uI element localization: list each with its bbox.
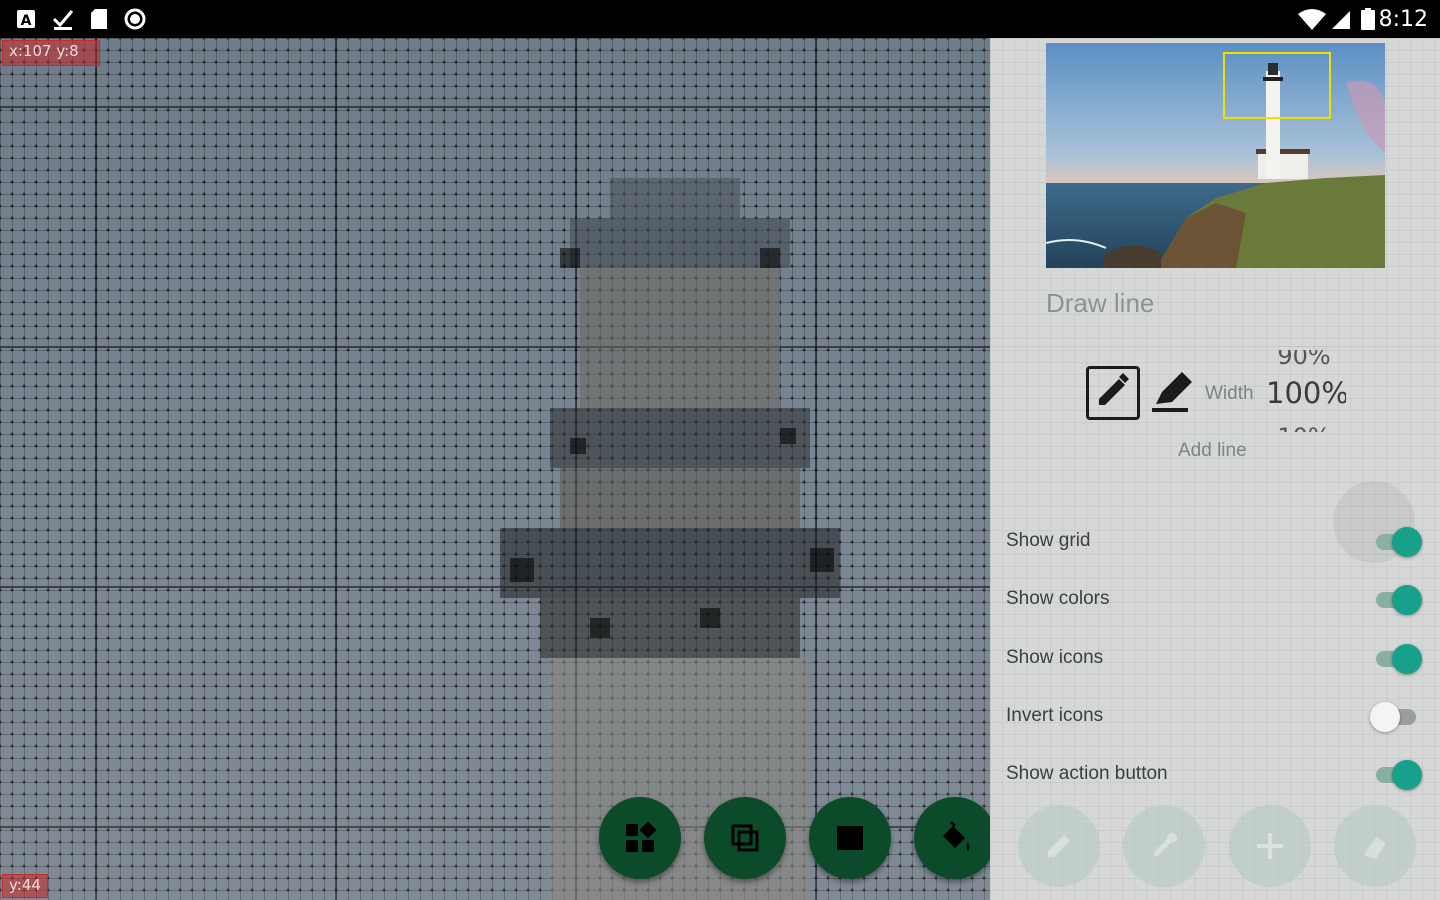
fill-square-button[interactable] <box>809 797 891 879</box>
grid-icon <box>626 821 657 852</box>
crosshair-tool-button[interactable] <box>1229 805 1311 887</box>
marker-icon <box>1152 372 1192 412</box>
width-picker[interactable]: 90% 100% 10% <box>1262 350 1346 432</box>
checkmark-icon <box>52 10 74 30</box>
circle-icon <box>124 8 146 30</box>
square-icon <box>837 826 863 850</box>
toggle-label: Invert icons <box>1006 705 1104 726</box>
status-bar: A 8:12 <box>0 0 1440 38</box>
toggle-label: Show action button <box>1006 763 1168 784</box>
paint-bucket-button[interactable] <box>914 797 996 879</box>
eyedropper-icon <box>1153 833 1177 857</box>
pencil-icon <box>1048 835 1070 857</box>
toggle-label: Show icons <box>1006 647 1104 668</box>
eraser-icon <box>1364 837 1386 859</box>
pixelated-lighthouse <box>500 178 840 900</box>
width-option[interactable]: 90% <box>1262 350 1346 370</box>
copy-button[interactable] <box>704 797 786 879</box>
marker-tool-button[interactable] <box>1148 368 1196 416</box>
width-label: Width <box>1205 383 1254 404</box>
toggle-label: Show grid <box>1006 530 1091 551</box>
invert-icons-row[interactable]: Invert icons <box>1006 697 1426 737</box>
settings-panel: Draw line Width 90% 100% 10% Add line Sh… <box>990 38 1440 900</box>
signal-icon <box>1332 11 1350 29</box>
eraser-tool-button[interactable] <box>1334 805 1416 887</box>
sd-card-icon <box>91 9 107 29</box>
show-grid-row[interactable]: Show grid <box>1006 522 1426 562</box>
paint-bucket-icon <box>943 820 970 851</box>
toggle-label: Show colors <box>1006 588 1110 609</box>
copy-icon <box>731 824 759 852</box>
grid-button[interactable] <box>599 797 681 879</box>
show-icons-switch[interactable] <box>1372 643 1422 674</box>
crosshair-icon <box>1257 833 1283 859</box>
width-option[interactable]: 10% <box>1262 423 1346 432</box>
coordinate-label: x:107 y:8 <box>2 40 100 66</box>
clock: 8:12 <box>1378 7 1428 32</box>
draw-line-tool-button[interactable] <box>1086 366 1140 420</box>
show-icons-row[interactable]: Show icons <box>1006 639 1426 679</box>
wifi-icon <box>1298 9 1326 30</box>
edit-icon <box>1099 373 1129 405</box>
row-label: y:44 <box>2 874 48 898</box>
a-icon: A <box>17 10 35 29</box>
show-action-button-row[interactable]: Show action button <box>1006 755 1426 795</box>
eyedropper-tool-button[interactable] <box>1123 805 1205 887</box>
battery-icon <box>1361 8 1375 30</box>
divider <box>990 346 1440 347</box>
show-grid-switch[interactable] <box>1372 526 1422 557</box>
pencil-tool-button[interactable] <box>1018 805 1100 887</box>
image-preview[interactable] <box>1046 43 1385 268</box>
width-value[interactable]: 100% <box>1266 376 1346 410</box>
add-line-button[interactable]: Add line <box>1178 440 1247 462</box>
show-action-button-switch[interactable] <box>1372 759 1422 790</box>
panel-title: Draw line <box>1046 288 1155 318</box>
invert-icons-switch[interactable] <box>1370 701 1422 732</box>
pattern-canvas[interactable]: x:107 y:8 y:44 <box>0 38 990 900</box>
svg-text:A: A <box>21 13 32 29</box>
show-colors-switch[interactable] <box>1372 584 1422 615</box>
show-colors-row[interactable]: Show colors <box>1006 580 1426 620</box>
